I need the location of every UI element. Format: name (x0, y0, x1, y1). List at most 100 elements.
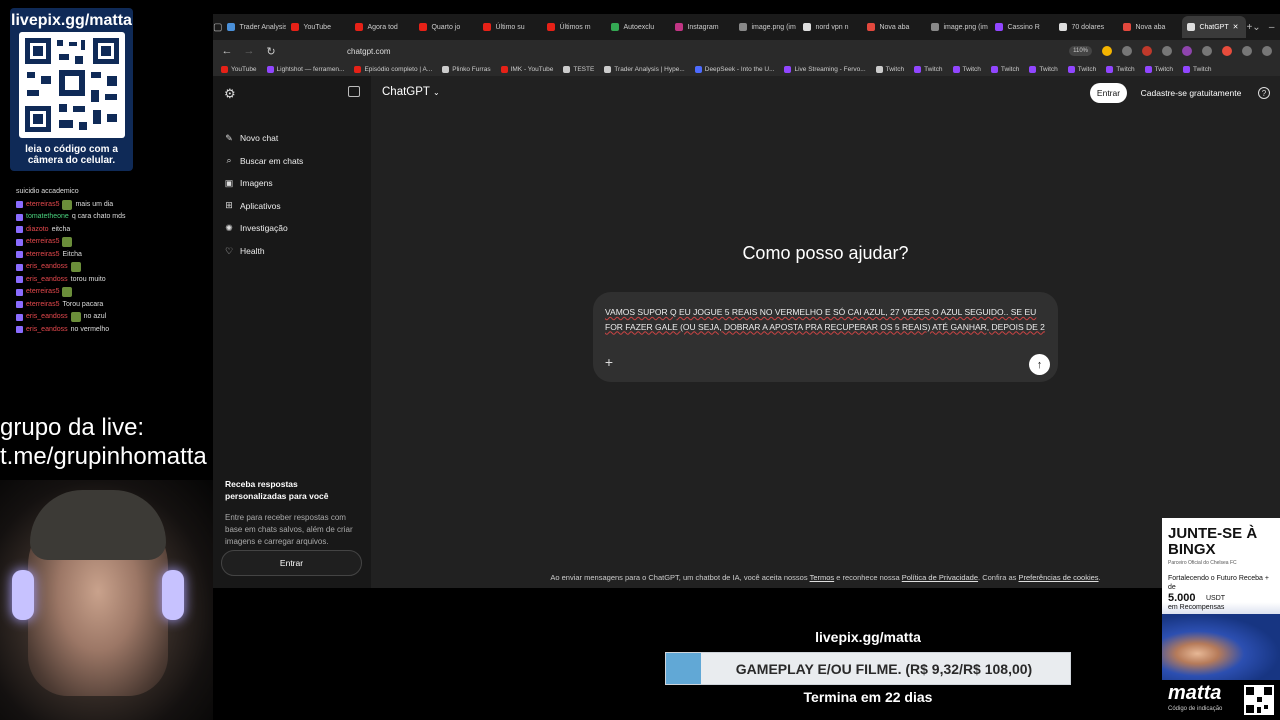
qr-caption: leia o código com a câmera do celular. (25, 144, 118, 166)
tab-list-icon[interactable]: ▢ (213, 14, 222, 40)
sidebar-toggle-icon[interactable] (348, 86, 360, 97)
send-button[interactable]: ↑ (1029, 354, 1050, 375)
browser-tab[interactable]: Trader Analysis (222, 16, 286, 38)
prompt-composer[interactable]: VAMOS SUPOR Q EU JOGUE 5 REAIS NO VERMEL… (593, 292, 1058, 382)
tab-label: Quarto jo (431, 23, 461, 31)
tab-favicon-icon (547, 23, 556, 31)
login-button[interactable]: Entrar (1090, 83, 1127, 103)
tab-search-icon[interactable]: ⌄ (1252, 14, 1260, 40)
legal-footer: Ao enviar mensagens para o ChatGPT, um c… (371, 573, 1280, 582)
close-tab-icon[interactable]: ✕ (1233, 23, 1239, 31)
browser-tab[interactable]: YouTube (286, 16, 350, 38)
stream-chat-log: suicidio accademico eterreiras5 mais um di… (16, 186, 206, 336)
bookmark-favicon-icon (914, 65, 922, 73)
sidebar-item-health[interactable]: ♡ Health (223, 241, 363, 261)
browser-tab[interactable]: Agora tod (350, 16, 414, 38)
prompt-input[interactable]: VAMOS SUPOR Q EU JOGUE 5 REAIS NO VERMEL… (605, 305, 1045, 334)
bookmark-item[interactable]: Twitch (1029, 65, 1058, 73)
extension-icon[interactable] (1182, 46, 1192, 56)
sidebar-item-investiga-o[interactable]: ✺ Investigação (223, 218, 363, 238)
browser-tab[interactable]: Último su (478, 16, 542, 38)
bookmark-item[interactable]: Lightshot — ferramen... (266, 65, 344, 73)
sidebar-item-buscar-em-chats[interactable]: ⌕ Buscar em chats (223, 151, 363, 171)
extension-icon[interactable] (1202, 46, 1212, 56)
ad-title: JUNTE-SE À BINGX (1168, 525, 1258, 558)
bookmark-item[interactable]: Twitch (914, 65, 943, 73)
bookmark-item[interactable]: Twitch (1106, 65, 1135, 73)
sidebar-item-icon: ▣ (224, 177, 234, 188)
profile-avatar[interactable] (1242, 46, 1252, 56)
bookmarks-bar: YouTube Lightshot — ferramen... Episódio c… (213, 62, 1280, 76)
sidebar-item-imagens[interactable]: ▣ Imagens (223, 173, 363, 193)
minimize-button[interactable]: – (1261, 14, 1280, 40)
bookmark-item[interactable]: YouTube (221, 65, 257, 73)
browser-tab[interactable]: Cassino R (990, 16, 1054, 38)
browser-tab[interactable]: Nova aba (1118, 16, 1182, 38)
extension-icon[interactable] (1162, 46, 1172, 56)
chat-text: torou muito (70, 275, 106, 283)
terms-link[interactable]: Termos (810, 573, 835, 582)
sidebar-item-novo-chat[interactable]: ✎ Novo chat (223, 128, 363, 148)
bookmark-label: Twitch (1000, 65, 1020, 73)
sidebar-login-button[interactable]: Entrar (221, 550, 362, 576)
bookmark-item[interactable]: IMK - YouTube (500, 65, 553, 73)
bookmark-item[interactable]: TESTE (563, 65, 594, 73)
browser-tab[interactable]: Instagram (670, 16, 734, 38)
bookmark-item[interactable]: Twitch (1183, 65, 1211, 73)
extension-icon[interactable] (1222, 46, 1232, 56)
browser-tab[interactable]: ChatGPT ✕ (1182, 16, 1247, 38)
url-field[interactable]: chatgpt.com (347, 47, 391, 56)
sidebar-item-aplicativos[interactable]: ⊞ Aplicativos (223, 196, 363, 216)
bookmark-item[interactable]: Episódio completo | A... (354, 65, 432, 73)
browser-tab[interactable]: image.png (im (926, 16, 990, 38)
openai-logo-icon[interactable]: ⚙ (224, 86, 236, 102)
browser-tab[interactable]: Autoexclu (606, 16, 670, 38)
bookmark-label: Twitch (1077, 65, 1097, 73)
back-icon[interactable]: ← (221, 45, 233, 57)
bookmark-item[interactable]: Live Streaming - Fervo... (784, 65, 866, 73)
extension-icon[interactable] (1142, 46, 1152, 56)
reload-icon[interactable]: ↻ (265, 45, 277, 58)
signup-button[interactable]: Cadastre-se gratuitamente (1133, 83, 1249, 103)
zoom-badge[interactable]: 110% (1069, 46, 1092, 56)
headset-left-light (12, 570, 34, 620)
forward-icon[interactable]: → (243, 45, 255, 57)
model-selector[interactable]: ChatGPT ⌄ (382, 86, 440, 98)
browser-tab[interactable]: Nova aba (862, 16, 926, 38)
menu-icon[interactable] (1262, 46, 1272, 56)
browser-tab[interactable]: 70 dolares (1054, 16, 1118, 38)
browser-tab[interactable]: nord vpn n (798, 16, 862, 38)
tab-favicon-icon (867, 23, 876, 31)
promo-text: Entre para receber respostas com base em… (225, 513, 353, 546)
chat-username: eris_eandoss (26, 325, 68, 333)
tab-label: Trader Analysis (239, 23, 287, 31)
bookmark-item[interactable]: Twitch (875, 65, 904, 73)
attach-plus-button[interactable]: + (602, 354, 616, 370)
brand-code-label: Código de indicação (1168, 706, 1223, 712)
cookie-preferences-link[interactable]: Preferências de cookies (1018, 573, 1098, 582)
bookmark-label: Twitch (1154, 65, 1174, 73)
bookmark-item[interactable]: Twitch (1144, 65, 1174, 73)
browser-tab[interactable]: image.png (im (734, 16, 798, 38)
chat-badge-icon (16, 326, 23, 334)
bookmark-item[interactable]: Plinko Furras (442, 65, 491, 73)
extension-icon[interactable] (1122, 46, 1132, 56)
bookmark-item[interactable]: Trader Analysis | Hype... (604, 65, 685, 73)
bookmark-item[interactable]: Twitch (1067, 65, 1097, 73)
group-label: grupo da live: (0, 414, 145, 441)
privacy-link[interactable]: Política de Privacidade (902, 573, 978, 582)
bookmark-favicon-icon (442, 65, 450, 73)
bookmark-star-icon[interactable] (1102, 46, 1112, 56)
help-icon[interactable]: ? (1258, 87, 1270, 99)
browser-tab[interactable]: Quarto jo (414, 16, 478, 38)
bookmark-label: Trader Analysis | Hype... (614, 65, 685, 73)
browser-tab[interactable]: Últimos m (542, 16, 606, 38)
chat-username: eterreiras5 (26, 300, 60, 308)
chatgpt-sidebar: ⚙ ✎ Novo chat ⌕ Buscar em chats ▣ Imagens ⊞ Apl… (213, 76, 371, 588)
ad-subtitle: Parceiro Oficial do Chelsea FC (1168, 560, 1237, 566)
bookmark-item[interactable]: Twitch (952, 65, 981, 73)
bookmark-item[interactable]: Twitch (990, 65, 1020, 73)
footer-text: . Confira as (978, 573, 1017, 582)
tab-favicon-icon (1059, 23, 1068, 31)
bookmark-item[interactable]: DeepSeek - Into the U... (694, 65, 774, 73)
